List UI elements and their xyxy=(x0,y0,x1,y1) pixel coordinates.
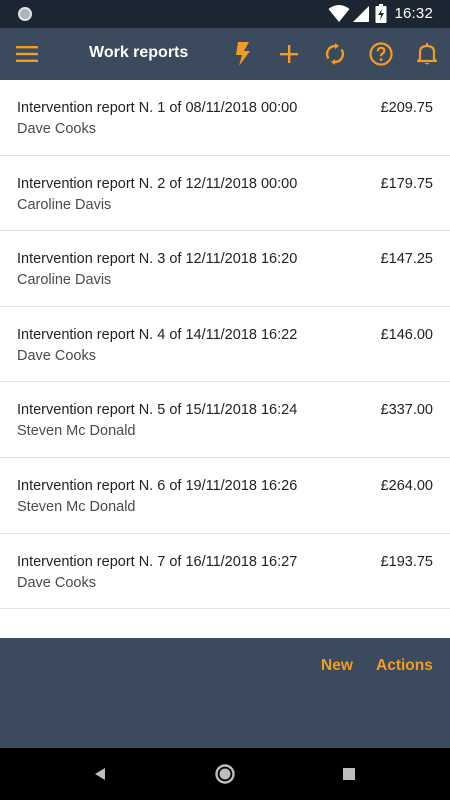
report-client: Dave Cooks xyxy=(17,347,96,364)
recents-icon xyxy=(343,768,355,780)
report-row-4[interactable]: Intervention report N. 4 of 14/11/2018 1… xyxy=(0,306,450,383)
report-amount: £337.00 xyxy=(380,402,433,419)
home-button[interactable] xyxy=(213,762,237,786)
report-client: Steven Mc Donald xyxy=(17,498,136,515)
report-row-5[interactable]: Intervention report N. 5 of 15/11/2018 1… xyxy=(0,382,450,458)
wifi-icon xyxy=(328,5,350,22)
status-bar: 16:32 xyxy=(0,0,450,28)
report-client: Dave Cooks xyxy=(17,574,96,591)
notification-dot-icon xyxy=(18,7,32,21)
report-client: Caroline Davis xyxy=(17,196,112,213)
signal-icon xyxy=(353,6,369,22)
report-list: Intervention report N. 1 of 08/11/2018 0… xyxy=(0,80,450,610)
help-icon xyxy=(369,42,393,66)
report-title: Intervention report N. 7 of 16/11/2018 1… xyxy=(17,553,298,570)
app-bar: Work reports xyxy=(0,28,450,80)
report-client: Dave Cooks xyxy=(17,121,96,137)
report-title: Intervention report N. 3 of 12/11/2018 1… xyxy=(17,251,298,268)
report-row-1[interactable]: Intervention report N. 1 of 08/11/2018 0… xyxy=(0,80,450,156)
home-icon xyxy=(215,764,235,784)
notifications-button[interactable] xyxy=(413,40,441,68)
menu-button[interactable] xyxy=(13,40,41,68)
flash-button[interactable] xyxy=(229,40,257,68)
add-button[interactable] xyxy=(275,40,303,68)
report-row-3[interactable]: Intervention report N. 3 of 12/11/2018 1… xyxy=(0,231,450,307)
bell-icon xyxy=(417,43,437,65)
sync-button[interactable] xyxy=(321,40,349,68)
report-amount: £264.00 xyxy=(380,477,433,494)
report-title: Intervention report N. 2 of 12/11/2018 0… xyxy=(17,175,298,192)
recents-button[interactable] xyxy=(337,762,361,786)
report-row-7[interactable]: Intervention report N. 7 of 16/11/2018 1… xyxy=(0,533,450,610)
back-icon xyxy=(95,768,105,780)
report-title: Intervention report N. 1 of 08/11/2018 0… xyxy=(17,100,298,116)
battery-icon xyxy=(375,4,387,23)
add-icon xyxy=(280,45,298,63)
report-client: Steven Mc Donald xyxy=(17,423,136,440)
report-amount: £209.75 xyxy=(380,100,433,116)
report-amount: £147.25 xyxy=(380,251,433,268)
report-row-2[interactable]: Intervention report N. 2 of 12/11/2018 0… xyxy=(0,155,450,232)
sync-icon xyxy=(325,43,345,65)
back-button[interactable] xyxy=(88,762,112,786)
menu-icon xyxy=(16,46,38,62)
report-row-6[interactable]: Intervention report N. 6 of 19/11/2018 1… xyxy=(0,457,450,534)
page-title: Work reports xyxy=(89,44,189,61)
help-button[interactable] xyxy=(367,40,395,68)
report-amount: £193.75 xyxy=(380,553,433,570)
system-nav-bar xyxy=(0,748,450,800)
report-amount: £179.75 xyxy=(380,175,433,192)
actions-button[interactable]: Actions xyxy=(376,657,433,675)
report-title: Intervention report N. 6 of 19/11/2018 1… xyxy=(17,477,298,494)
new-button[interactable]: New xyxy=(321,657,353,675)
report-amount: £146.00 xyxy=(380,326,433,343)
report-title: Intervention report N. 5 of 15/11/2018 1… xyxy=(17,402,298,419)
report-client: Caroline Davis xyxy=(17,272,112,289)
report-title: Intervention report N. 4 of 14/11/2018 1… xyxy=(17,326,298,343)
flash-icon xyxy=(236,42,250,66)
status-time: 16:32 xyxy=(394,5,433,22)
bottom-action-panel: New Actions xyxy=(0,638,450,748)
